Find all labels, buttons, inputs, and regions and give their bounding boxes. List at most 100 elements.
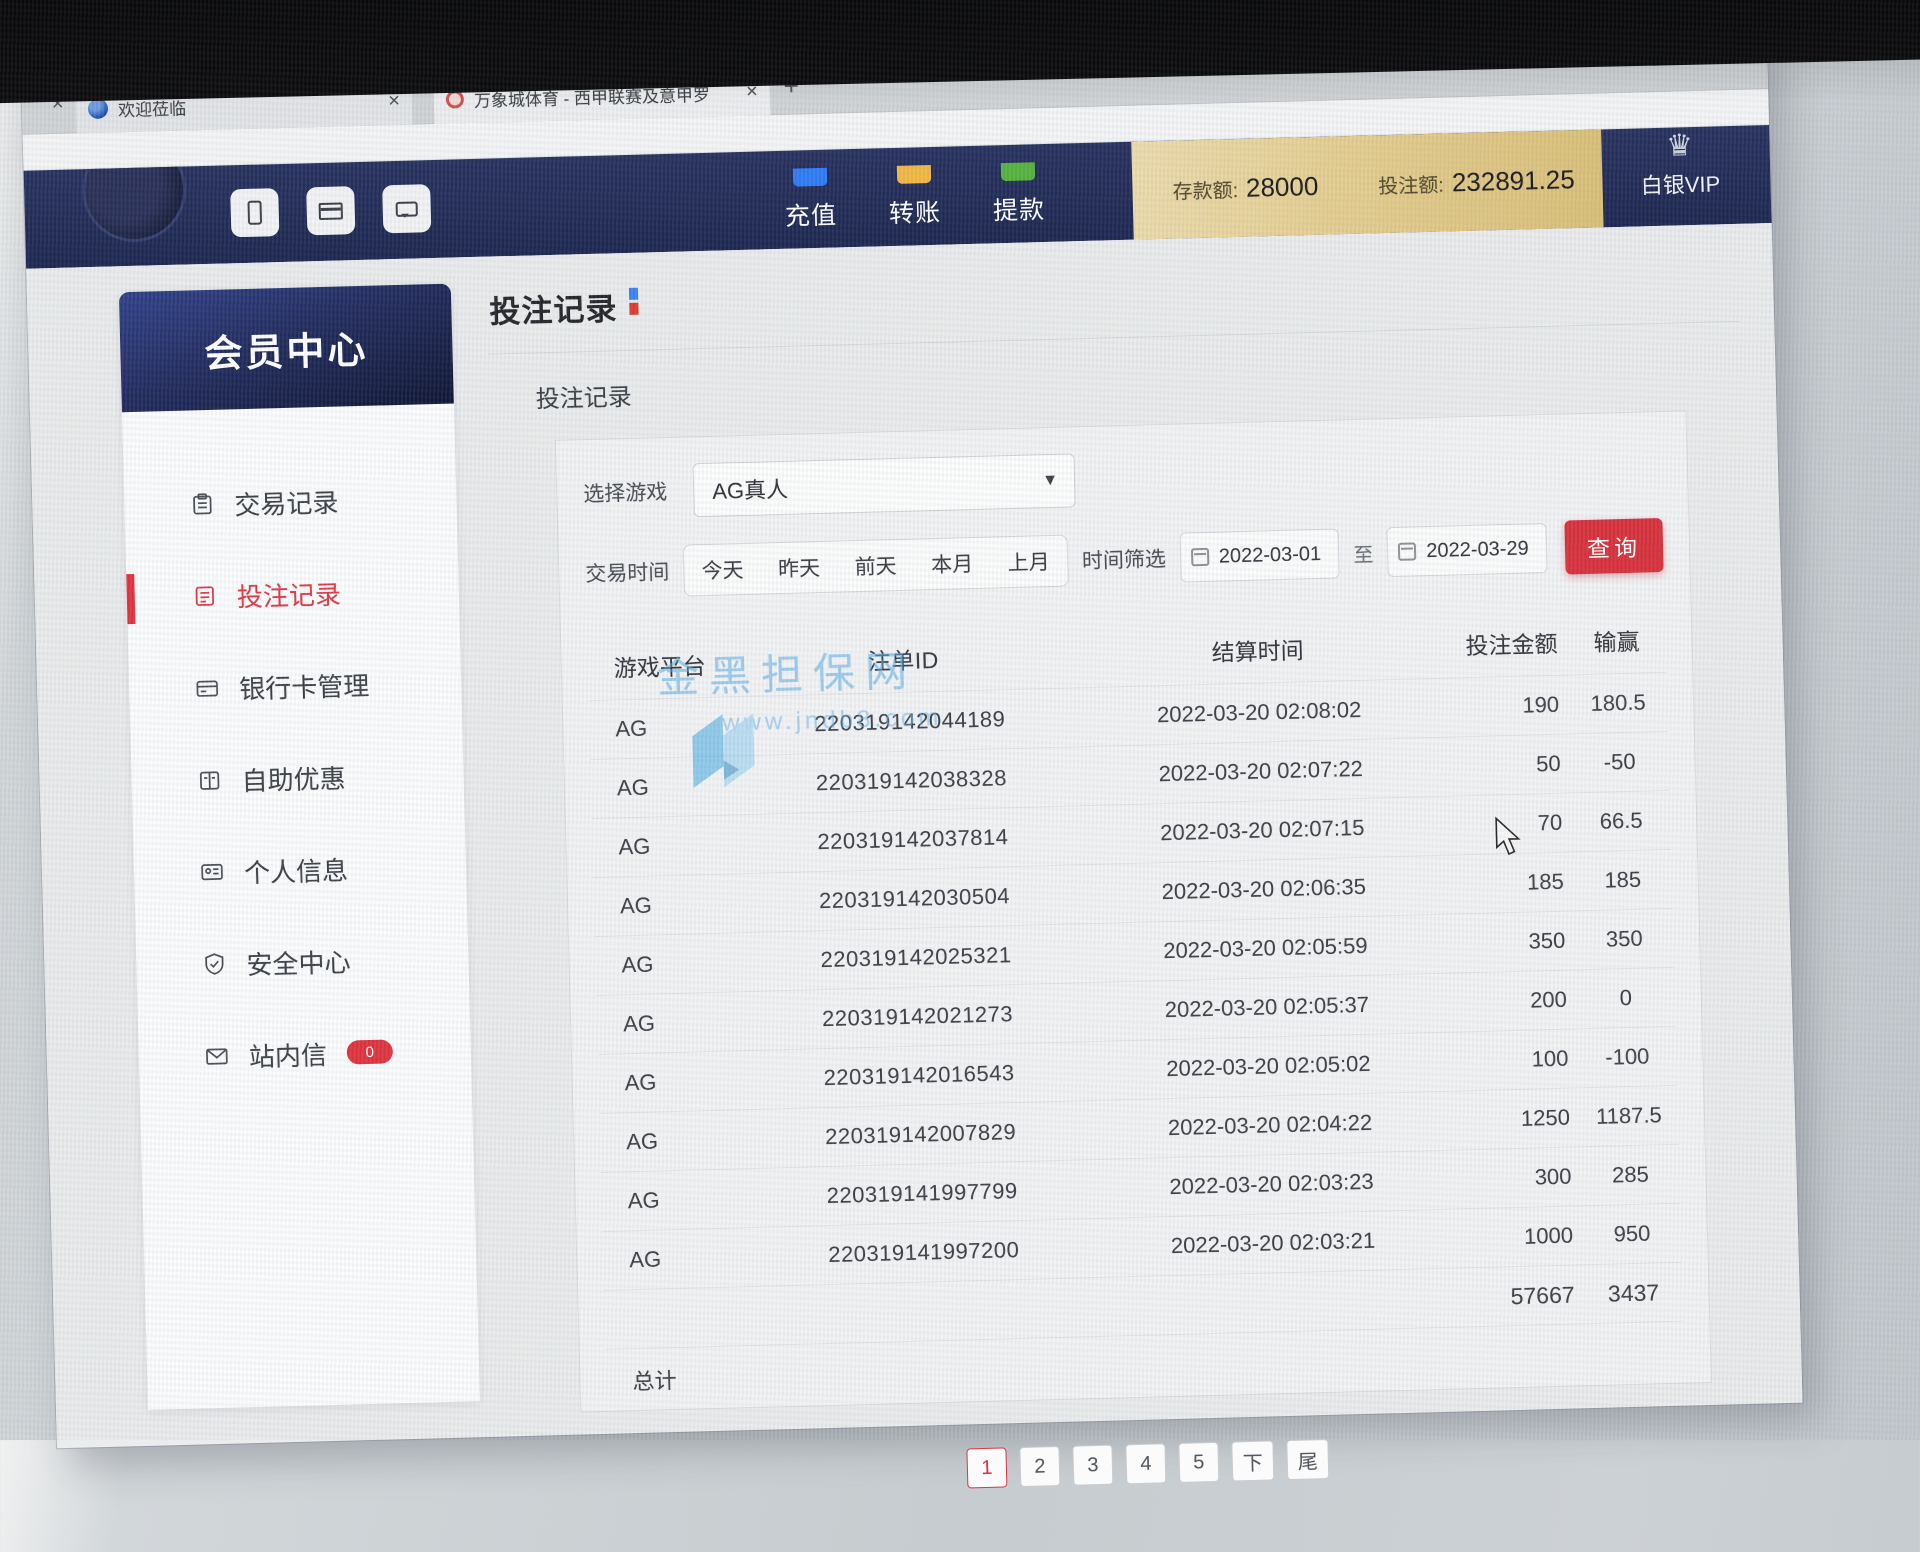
range-yesterday-button[interactable]: 昨天 bbox=[760, 542, 838, 594]
cell-bet-id: 220319142037814 bbox=[722, 822, 1083, 857]
bet-records-table: 游戏平台 注单ID 结算时间 投注金额 输赢 AG 22031914204418… bbox=[587, 606, 1685, 1411]
query-button[interactable]: 查询 bbox=[1564, 518, 1663, 575]
cell-amount: 185 bbox=[1443, 868, 1574, 897]
range-daybefore-button[interactable]: 前天 bbox=[837, 540, 915, 592]
chevron-down-icon: ▼ bbox=[1042, 472, 1058, 490]
sidebar-item-bet-records[interactable]: 投注记录 bbox=[126, 544, 460, 645]
sidebar-item-security[interactable]: 安全中心 bbox=[135, 911, 469, 1012]
custom-range-label: 时间筛选 bbox=[1081, 543, 1166, 575]
cell-bet-id: 220319142038328 bbox=[721, 763, 1082, 798]
cell-bet-id: 220319142044189 bbox=[719, 704, 1080, 739]
cell-platform: AG bbox=[598, 1068, 729, 1097]
nav-item-recharge[interactable]: 充值 bbox=[783, 149, 838, 248]
cell-settle-time: 2022-03-20 02:03:23 bbox=[1091, 1167, 1452, 1202]
sidebar-item-transactions[interactable]: 交易记录 bbox=[123, 452, 457, 553]
cell-bet-id: 220319142030504 bbox=[724, 881, 1085, 916]
sidebar-title: 会员中心 bbox=[119, 284, 454, 413]
cell-bet-id: 220319141997200 bbox=[733, 1235, 1094, 1270]
phone-icon bbox=[247, 201, 262, 225]
title-marker-icon bbox=[629, 288, 639, 315]
cell-settle-time: 2022-03-20 02:04:22 bbox=[1090, 1108, 1451, 1143]
calendar-icon bbox=[1191, 548, 1209, 566]
sidebar-item-bank-cards[interactable]: 银行卡管理 bbox=[128, 635, 462, 736]
col-platform: 游戏平台 bbox=[587, 647, 718, 684]
withdraw-icon bbox=[1001, 162, 1035, 181]
quick-range-group: 今天 昨天 前天 本月 上月 bbox=[683, 535, 1069, 597]
col-bet-id: 注单ID bbox=[717, 637, 1078, 680]
range-thismonth-button[interactable]: 本月 bbox=[913, 538, 991, 590]
page-button-5[interactable]: 5 bbox=[1178, 1442, 1219, 1483]
total-label: 总计 bbox=[606, 1361, 737, 1396]
nav-item-withdraw[interactable]: 提款 bbox=[991, 144, 1046, 243]
page-next-button[interactable]: 下 bbox=[1231, 1440, 1274, 1481]
cell-platform: AG bbox=[597, 1009, 728, 1038]
page-button-3[interactable]: 3 bbox=[1072, 1445, 1113, 1486]
sidebar-item-profile[interactable]: 个人信息 bbox=[133, 819, 467, 920]
date-to-input[interactable]: 2022-03-29 bbox=[1387, 523, 1548, 577]
col-amount: 投注金额 bbox=[1437, 624, 1568, 661]
cell-amount: 100 bbox=[1448, 1045, 1579, 1074]
transfer-icon bbox=[897, 165, 931, 184]
to-label: 至 bbox=[1353, 538, 1374, 568]
cell-settle-time: 2022-03-20 02:07:22 bbox=[1080, 754, 1441, 789]
page-button-2[interactable]: 2 bbox=[1019, 1446, 1060, 1487]
customer-service-button[interactable] bbox=[382, 184, 431, 233]
member-sidebar: 会员中心 交易记录 投注记录 银行卡管理 自助优惠 bbox=[119, 284, 480, 1410]
date-to-value: 2022-03-29 bbox=[1426, 537, 1529, 563]
sidebar-menu: 交易记录 投注记录 银行卡管理 自助优惠 个人信息 bbox=[122, 404, 472, 1104]
date-from-input[interactable]: 2022-03-01 bbox=[1179, 528, 1340, 582]
sidebar-item-label: 投注记录 bbox=[236, 574, 341, 614]
cell-winloss: 1187.5 bbox=[1580, 1102, 1679, 1131]
cell-settle-time: 2022-03-20 02:05:37 bbox=[1087, 990, 1448, 1025]
cell-platform: AG bbox=[589, 714, 720, 743]
page-last-button[interactable]: 尾 bbox=[1286, 1439, 1329, 1480]
sidebar-item-label: 安全中心 bbox=[246, 942, 351, 982]
cell-bet-id: 220319142016543 bbox=[728, 1058, 1089, 1093]
deposit-label: 存款额: bbox=[1172, 173, 1238, 204]
cell-settle-time: 2022-03-20 02:03:21 bbox=[1093, 1226, 1454, 1261]
vip-level: ♛ 白银VIP bbox=[1619, 130, 1741, 201]
tab-bet-records[interactable]: 投注记录 bbox=[535, 377, 632, 415]
cell-platform: AG bbox=[595, 950, 726, 979]
cell-amount: 190 bbox=[1439, 691, 1570, 720]
deposit-value: 28000 bbox=[1246, 170, 1319, 203]
col-winloss: 输赢 bbox=[1567, 622, 1666, 659]
main-content: 投注记录 投注记录 选择游戏 AG真人 ▼ 交易时间 今天 昨天 bbox=[486, 224, 1776, 1436]
cell-amount: 200 bbox=[1447, 986, 1578, 1015]
range-lastmonth-button[interactable]: 上月 bbox=[990, 536, 1068, 588]
vip-label: 白银VIP bbox=[1620, 166, 1741, 201]
nav-item-transfer[interactable]: 转账 bbox=[887, 147, 942, 246]
cell-winloss: 350 bbox=[1575, 925, 1674, 954]
bank-card-button[interactable] bbox=[306, 186, 355, 235]
cell-winloss: 185 bbox=[1573, 866, 1672, 895]
bet-amount-value: 232891.25 bbox=[1451, 164, 1575, 198]
cell-settle-time: 2022-03-20 02:07:15 bbox=[1082, 813, 1443, 848]
cell-bet-id: 220319142007829 bbox=[730, 1117, 1091, 1152]
cell-winloss: 950 bbox=[1583, 1220, 1682, 1249]
sidebar-item-messages[interactable]: 站内信 0 bbox=[138, 1003, 472, 1104]
mouse-cursor bbox=[1493, 816, 1524, 859]
cell-winloss: -50 bbox=[1570, 748, 1669, 777]
cell-bet-id: 220319142021273 bbox=[727, 999, 1088, 1034]
page-button-4[interactable]: 4 bbox=[1125, 1443, 1166, 1484]
page-title: 投注记录 bbox=[489, 283, 618, 331]
cell-amount: 50 bbox=[1440, 750, 1571, 779]
nav-label: 充值 bbox=[785, 195, 838, 232]
game-select[interactable]: AG真人 ▼ bbox=[693, 453, 1076, 517]
cell-settle-time: 2022-03-20 02:08:02 bbox=[1079, 695, 1440, 730]
cell-bet-id: 220319142025321 bbox=[725, 940, 1086, 975]
cell-settle-time: 2022-03-20 02:06:35 bbox=[1084, 872, 1445, 907]
cell-winloss: 285 bbox=[1581, 1161, 1680, 1190]
game-select-value: AG真人 bbox=[712, 472, 789, 506]
browser-window: × 欢迎莅临 × 万象城体育 - 西甲联赛及意甲罗 × + 充值 转账 bbox=[21, 33, 1802, 1448]
bet-amount-label: 投注额: bbox=[1378, 168, 1444, 199]
sidebar-item-promotions[interactable]: 自助优惠 bbox=[130, 727, 464, 828]
chat-icon bbox=[396, 201, 418, 217]
mobile-app-button[interactable] bbox=[230, 188, 279, 237]
range-today-button[interactable]: 今天 bbox=[684, 544, 762, 596]
calendar-icon bbox=[1398, 542, 1416, 560]
cell-amount: 350 bbox=[1445, 927, 1576, 956]
globe-favicon-icon bbox=[88, 99, 109, 120]
sidebar-item-label: 交易记录 bbox=[234, 482, 339, 522]
page-button-1[interactable]: 1 bbox=[966, 1447, 1007, 1488]
